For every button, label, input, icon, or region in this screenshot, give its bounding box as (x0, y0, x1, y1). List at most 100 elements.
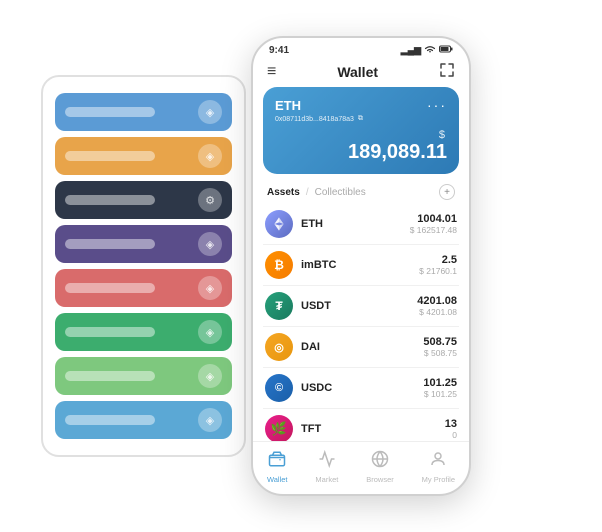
tft-token-name: TFT (301, 423, 445, 435)
card-icon: ◈ (198, 144, 222, 168)
list-item[interactable]: ◈ (55, 401, 232, 439)
browser-nav-icon (371, 450, 389, 473)
wifi-icon (424, 44, 436, 56)
usdt-token-name: USDT (301, 300, 417, 312)
wallet-nav-label: Wallet (267, 475, 288, 484)
eth-card-address: 0x08711d3b...8418a78a3 ⧉ (275, 115, 447, 123)
tft-usd: 0 (445, 430, 457, 440)
profile-nav-icon (429, 450, 447, 473)
table-row[interactable]: ◎ DAI 508.75 $ 508.75 (263, 327, 459, 368)
scene: ◈ ◈ ⚙ ◈ ◈ ◈ ◈ ◈ (21, 21, 581, 511)
nav-wallet[interactable]: Wallet (267, 450, 288, 484)
battery-icon (439, 45, 453, 55)
eth-token-name: ETH (301, 218, 410, 230)
card-stack: ◈ ◈ ⚙ ◈ ◈ ◈ ◈ ◈ (41, 75, 246, 457)
usdc-amounts: 101.25 $ 101.25 (423, 377, 457, 399)
dai-usd: $ 508.75 (423, 348, 457, 358)
tft-token-icon: 🌿 (265, 415, 293, 441)
card-icon: ◈ (198, 100, 222, 124)
usdt-amount: 4201.08 (417, 295, 457, 307)
wallet-nav-icon (268, 450, 286, 473)
asset-list: ETH 1004.01 $ 162517.48 ₿ imBTC 2.5 $ 21… (253, 204, 469, 441)
usdt-amounts: 4201.08 $ 4201.08 (417, 295, 457, 317)
usdc-token-icon: © (265, 374, 293, 402)
eth-card[interactable]: ETH ··· 0x08711d3b...8418a78a3 ⧉ $ 189,0… (263, 87, 459, 174)
nav-profile[interactable]: My Profile (422, 450, 455, 484)
signal-icon: ▂▄▆ (401, 45, 421, 56)
card-text (65, 195, 155, 205)
eth-amounts: 1004.01 $ 162517.48 (410, 213, 457, 235)
usdc-usd: $ 101.25 (423, 389, 457, 399)
tab-divider: / (306, 187, 309, 198)
add-asset-button[interactable]: + (439, 184, 455, 200)
dai-amount: 508.75 (423, 336, 457, 348)
list-item[interactable]: ◈ (55, 225, 232, 263)
table-row[interactable]: ₮ USDT 4201.08 $ 4201.08 (263, 286, 459, 327)
table-row[interactable]: ETH 1004.01 $ 162517.48 (263, 204, 459, 245)
market-nav-icon (318, 450, 336, 473)
card-text (65, 415, 155, 425)
tft-amount: 13 (445, 418, 457, 430)
card-text (65, 327, 155, 337)
assets-header: Assets / Collectibles + (253, 182, 469, 204)
usdt-usd: $ 4201.08 (417, 307, 457, 317)
usdc-token-name: USDC (301, 382, 423, 394)
expand-icon[interactable] (439, 62, 455, 81)
imbtc-token-name: imBTC (301, 259, 419, 271)
status-bar: 9:41 ▂▄▆ (253, 38, 469, 58)
card-icon: ◈ (198, 276, 222, 300)
assets-tabs: Assets / Collectibles (267, 187, 366, 198)
eth-usd: $ 162517.48 (410, 225, 457, 235)
nav-browser[interactable]: Browser (366, 450, 394, 484)
status-icons: ▂▄▆ (401, 44, 453, 56)
list-item[interactable]: ⚙ (55, 181, 232, 219)
dai-token-name: DAI (301, 341, 423, 353)
eth-card-title: ETH (275, 98, 301, 113)
table-row[interactable]: © USDC 101.25 $ 101.25 (263, 368, 459, 409)
eth-card-amount: 189,089.11 (275, 141, 447, 164)
browser-nav-label: Browser (366, 475, 394, 484)
card-text (65, 151, 155, 161)
market-nav-label: Market (315, 475, 338, 484)
dai-token-icon: ◎ (265, 333, 293, 361)
usdc-amount: 101.25 (423, 377, 457, 389)
tab-assets[interactable]: Assets (267, 187, 300, 198)
card-icon: ◈ (198, 320, 222, 344)
list-item[interactable]: ◈ (55, 93, 232, 131)
eth-token-icon (265, 210, 293, 238)
phone-mockup: 9:41 ▂▄▆ (251, 36, 471, 496)
card-icon: ◈ (198, 232, 222, 256)
table-row[interactable]: ₿ imBTC 2.5 $ 21760.1 (263, 245, 459, 286)
phone-header: ≡ Wallet (253, 58, 469, 87)
card-icon: ◈ (198, 408, 222, 432)
menu-icon[interactable]: ≡ (267, 63, 276, 81)
tab-collectibles[interactable]: Collectibles (315, 187, 366, 198)
dai-amounts: 508.75 $ 508.75 (423, 336, 457, 358)
list-item[interactable]: ◈ (55, 313, 232, 351)
profile-nav-label: My Profile (422, 475, 455, 484)
usdt-token-icon: ₮ (265, 292, 293, 320)
status-time: 9:41 (269, 45, 289, 56)
bottom-nav: Wallet Market (253, 441, 469, 494)
card-icon: ⚙ (198, 188, 222, 212)
eth-card-header: ETH ··· (275, 97, 447, 113)
imbtc-amounts: 2.5 $ 21760.1 (419, 254, 457, 276)
eth-card-currency-symbol: $ (275, 129, 445, 141)
card-text (65, 283, 155, 293)
list-item[interactable]: ◈ (55, 269, 232, 307)
copy-icon[interactable]: ⧉ (358, 115, 363, 123)
imbtc-token-icon: ₿ (265, 251, 293, 279)
card-text (65, 107, 155, 117)
eth-amount: 1004.01 (410, 213, 457, 225)
list-item[interactable]: ◈ (55, 137, 232, 175)
nav-market[interactable]: Market (315, 450, 338, 484)
card-text (65, 371, 155, 381)
card-icon: ◈ (198, 364, 222, 388)
list-item[interactable]: ◈ (55, 357, 232, 395)
eth-card-menu[interactable]: ··· (427, 97, 447, 113)
table-row[interactable]: 🌿 TFT 13 0 (263, 409, 459, 441)
page-title: Wallet (337, 64, 378, 80)
imbtc-usd: $ 21760.1 (419, 266, 457, 276)
tft-amounts: 13 0 (445, 418, 457, 440)
card-text (65, 239, 155, 249)
